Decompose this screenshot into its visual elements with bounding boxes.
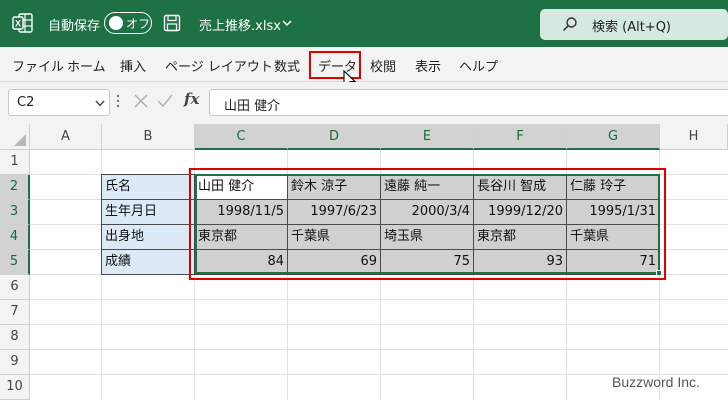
table-cell[interactable]: 75 (381, 250, 474, 275)
column-header[interactable]: H (660, 124, 728, 150)
row-header[interactable]: 7 (0, 300, 30, 325)
autosave-state: オフ (126, 17, 151, 31)
fill-handle[interactable] (656, 270, 662, 276)
table-cell[interactable]: 84 (195, 250, 288, 275)
table-cell[interactable]: 1999/12/20 (474, 200, 567, 225)
autosave-label: 自動保存 (48, 19, 101, 34)
chevron-down-icon[interactable] (282, 19, 292, 27)
ribbon-menu: ファイル ホーム 挿入 ページ レイアウト 数式 データ 校閲 表示 ヘルプ (0, 47, 728, 82)
name-box[interactable]: C2 (8, 89, 110, 116)
table-cell[interactable]: 2000/3/4 (381, 200, 474, 225)
table-cell[interactable]: 93 (474, 250, 567, 275)
formula-input[interactable]: 山田 健介 (209, 89, 728, 116)
table-header-name[interactable]: 氏名 (101, 174, 195, 200)
gridline (30, 324, 728, 325)
title-bar: X 自動保存 オフ 売上推移.xlsx 検索 (Alt+Q) (0, 0, 728, 47)
menu-page-layout[interactable]: ページ レイアウト (165, 56, 273, 75)
cancel-icon[interactable] (134, 94, 148, 108)
column-header[interactable]: F (474, 124, 567, 150)
save-icon[interactable] (163, 14, 181, 32)
menu-review[interactable]: 校閲 (370, 56, 396, 75)
row-header[interactable]: 10 (0, 375, 30, 400)
table-cell[interactable]: 仁藤 玲子 (567, 175, 660, 200)
row-header[interactable]: 3 (0, 200, 30, 225)
svg-text:X: X (15, 19, 21, 29)
formula-value: 山田 健介 (224, 99, 281, 114)
table-cell[interactable]: 千葉県 (567, 225, 660, 250)
table-cell[interactable]: 東京都 (474, 225, 567, 250)
file-name[interactable]: 売上推移.xlsx (199, 15, 281, 34)
select-all-triangle-icon (14, 134, 26, 146)
table-cell[interactable]: 1995/1/31 (567, 200, 660, 225)
search-label: 検索 (Alt+Q) (592, 20, 672, 35)
gridline (30, 299, 728, 300)
excel-icon[interactable]: X (12, 12, 34, 34)
toggle-knob (109, 16, 123, 30)
menu-formulas[interactable]: 数式 (274, 56, 300, 75)
name-box-value: C2 (17, 95, 35, 110)
menu-file[interactable]: ファイル (12, 56, 64, 75)
row-header[interactable]: 5 (0, 250, 30, 275)
autosave-toggle[interactable]: オフ (104, 12, 152, 34)
row-header[interactable]: 6 (0, 275, 30, 300)
table-cell[interactable]: 1998/11/5 (195, 200, 288, 225)
column-header[interactable]: G (567, 124, 660, 150)
menu-home[interactable]: ホーム (67, 56, 106, 75)
row-header[interactable]: 4 (0, 225, 30, 250)
search-box[interactable]: 検索 (Alt+Q) (540, 9, 728, 40)
row-header[interactable]: 2 (0, 175, 30, 200)
worksheet-grid[interactable]: A B C D E F G H 1 2 3 4 5 6 7 8 9 10 氏名 … (0, 124, 728, 400)
table-cell[interactable]: 69 (288, 250, 381, 275)
table-header-birthplace[interactable]: 出身地 (101, 224, 195, 250)
menu-insert[interactable]: 挿入 (120, 56, 146, 75)
column-header[interactable]: D (288, 124, 381, 150)
watermark: Buzzword Inc. (612, 374, 700, 390)
table-header-birthdate[interactable]: 生年月日 (101, 199, 195, 225)
formula-bar: C2 fx 山田 健介 (0, 82, 728, 124)
more-dots-icon[interactable] (116, 94, 120, 108)
table-cell[interactable]: 千葉県 (288, 225, 381, 250)
menu-view[interactable]: 表示 (415, 56, 441, 75)
table-cell[interactable]: 東京都 (195, 225, 288, 250)
column-header[interactable]: A (30, 124, 102, 150)
menu-help[interactable]: ヘルプ (459, 56, 498, 75)
gridline (30, 349, 728, 350)
column-header[interactable]: B (102, 124, 195, 150)
table-header-score[interactable]: 成績 (101, 249, 195, 275)
table-cell[interactable]: 遠藤 純一 (381, 175, 474, 200)
select-all-button[interactable] (0, 124, 30, 150)
insert-function-icon[interactable]: fx (184, 90, 199, 108)
table-cell[interactable]: 長谷川 智成 (474, 175, 567, 200)
column-header[interactable]: C (195, 124, 288, 150)
row-header[interactable]: 8 (0, 325, 30, 350)
enter-check-icon[interactable] (157, 94, 173, 108)
table-cell[interactable]: 71 (567, 250, 660, 275)
table-cell[interactable]: 山田 健介 (195, 175, 288, 200)
table-cell[interactable]: 埼玉県 (381, 225, 474, 250)
chevron-down-icon[interactable] (95, 100, 105, 107)
table-cell[interactable]: 1997/6/23 (288, 200, 381, 225)
row-header[interactable]: 9 (0, 350, 30, 375)
search-icon (562, 17, 577, 32)
column-header[interactable]: E (381, 124, 474, 150)
table-cell[interactable]: 鈴木 涼子 (288, 175, 381, 200)
row-header[interactable]: 1 (0, 150, 30, 175)
